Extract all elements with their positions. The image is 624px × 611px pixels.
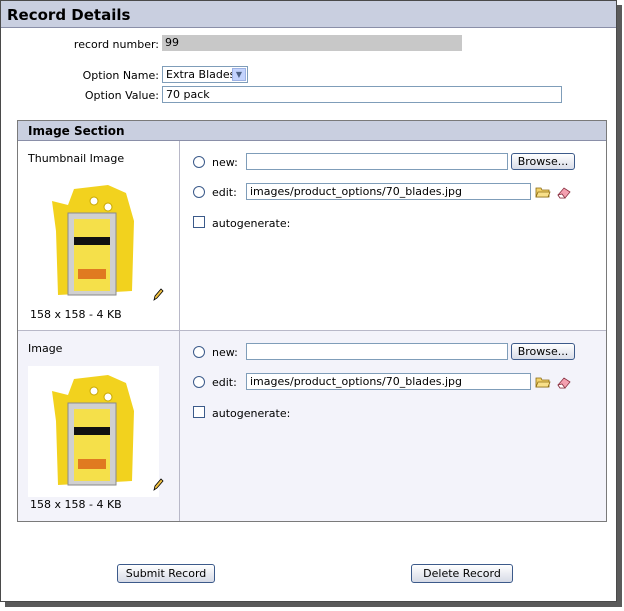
product-image	[52, 375, 134, 486]
panel-header: Record Details	[1, 1, 616, 28]
thumbnail-image-label: Thumbnail Image	[28, 152, 125, 165]
image-autogenerate-label: autogenerate:	[212, 407, 291, 420]
image-edit-radio[interactable]	[193, 376, 205, 388]
chevron-down-icon[interactable]: ▼	[232, 68, 246, 81]
option-value-label: Option Value:	[84, 89, 159, 102]
option-name-value: Extra Blades	[166, 68, 236, 81]
thumbnail-browse-button[interactable]: Browse...	[511, 153, 575, 170]
image-browse-button[interactable]: Browse...	[511, 343, 575, 360]
thumbnail-edit-path-input[interactable]: images/product_options/70_blades.jpg	[246, 183, 531, 200]
image-file-input[interactable]	[246, 343, 508, 360]
option-name-label: Option Name:	[82, 69, 159, 82]
image-size-text: 158 x 158 - 4 KB	[30, 498, 122, 511]
image-section-title: Image Section	[28, 124, 125, 138]
image-section: Image Section Thumbnail Image 158 x 158 …	[17, 120, 607, 522]
eraser-icon[interactable]	[556, 375, 572, 389]
option-name-select[interactable]: Extra Blades ▼	[162, 66, 248, 83]
column-divider	[179, 141, 180, 330]
thumbnail-image-row: Thumbnail Image 158 x 158 - 4 KB new: Br…	[18, 141, 606, 331]
panel-title: Record Details	[7, 6, 131, 24]
delete-record-button[interactable]: Delete Record	[411, 564, 513, 583]
option-value-input[interactable]: 70 pack	[162, 86, 562, 103]
image-autogenerate-checkbox[interactable]	[193, 406, 205, 418]
image-new-radio[interactable]	[193, 346, 205, 358]
eraser-icon[interactable]	[556, 185, 572, 199]
window-shadow-right	[617, 5, 622, 607]
image-section-header: Image Section	[18, 121, 606, 141]
image-row: Image 158 x 158 - 4 KB new: Browse... ed…	[18, 331, 606, 521]
thumbnail-edit-label: edit:	[212, 186, 237, 199]
thumbnail-size-text: 158 x 158 - 4 KB	[30, 308, 122, 321]
thumbnail-autogenerate-label: autogenerate:	[212, 217, 291, 230]
record-number-field: 99	[162, 35, 462, 51]
folder-icon[interactable]	[535, 185, 551, 199]
thumbnail-file-input[interactable]	[246, 153, 508, 170]
column-divider	[179, 331, 180, 521]
submit-record-button[interactable]: Submit Record	[117, 564, 215, 583]
product-thumbnail-image	[52, 185, 134, 296]
window-shadow-bottom	[5, 602, 622, 607]
image-label: Image	[28, 342, 63, 355]
record-number-label: record number:	[73, 38, 159, 51]
record-details-panel: Record Details record number: 99 Option …	[0, 0, 617, 602]
thumbnail-new-label: new:	[212, 156, 238, 169]
pencil-icon[interactable]	[152, 478, 164, 492]
pencil-icon[interactable]	[152, 288, 164, 302]
image-edit-label: edit:	[212, 376, 237, 389]
thumbnail-autogenerate-checkbox[interactable]	[193, 216, 205, 228]
image-new-label: new:	[212, 346, 238, 359]
folder-icon[interactable]	[535, 375, 551, 389]
thumbnail-new-radio[interactable]	[193, 156, 205, 168]
thumbnail-edit-radio[interactable]	[193, 186, 205, 198]
image-edit-path-input[interactable]: images/product_options/70_blades.jpg	[246, 373, 531, 390]
